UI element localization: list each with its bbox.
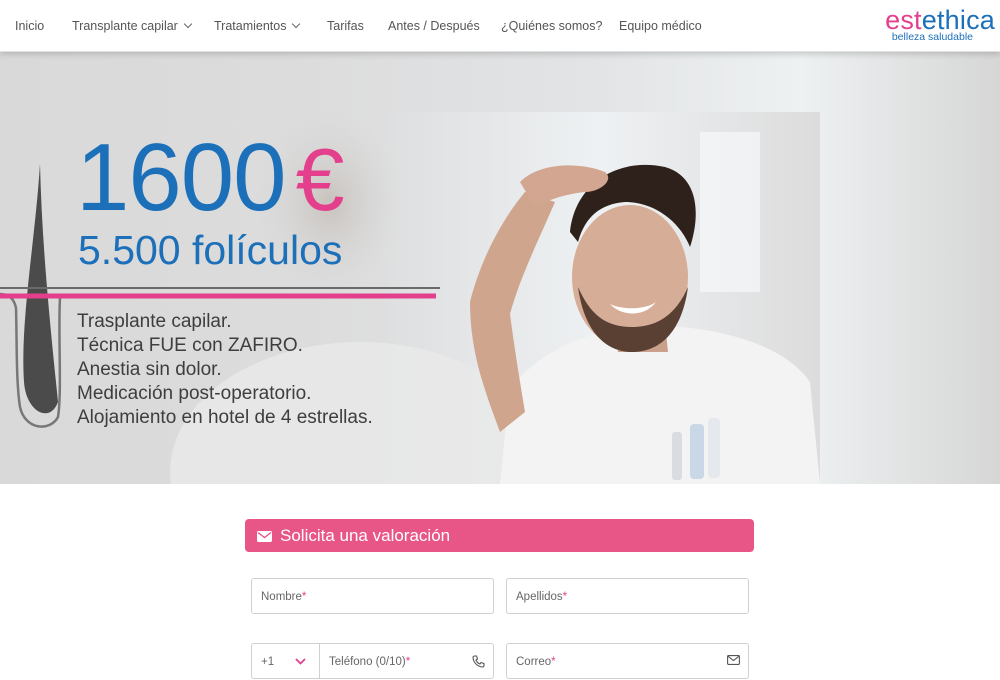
nav-item-label: Tratamientos	[214, 19, 287, 33]
envelope-icon	[257, 531, 272, 542]
last-name-placeholder: Apellidos	[516, 591, 563, 603]
logo-tagline: belleza saludable	[891, 31, 973, 43]
form-header: Solicita una valoración	[245, 519, 754, 552]
required-mark: *	[301, 591, 307, 603]
required-mark: *	[405, 656, 411, 668]
site-logo[interactable]: estethica belleza saludable	[885, 6, 995, 43]
hero-feature-item: Anestia sin dolor.	[77, 359, 222, 380]
email-placeholder: Correo	[516, 656, 552, 668]
phone-icon	[472, 655, 485, 668]
hero-feature-item: Medicación post-operatorio.	[77, 383, 312, 404]
chevron-down-icon	[183, 19, 193, 29]
country-code-select[interactable]: +1	[251, 643, 320, 679]
nav-item-equipo-medico[interactable]: Equipo médico	[619, 0, 702, 52]
nav-item-label: Antes / Después	[388, 19, 480, 33]
nav-item-tratamientos[interactable]: Tratamientos	[214, 0, 301, 52]
top-navbar: Inicio Transplante capilar Tratamientos …	[0, 0, 1000, 52]
hero-feature-item: Técnica FUE con ZAFIRO.	[77, 335, 303, 356]
email-field[interactable]: Correo*	[506, 643, 749, 679]
nav-item-label: Tarifas	[327, 19, 364, 33]
bathroom-bottle	[672, 432, 682, 480]
envelope-icon	[727, 655, 740, 665]
price-currency: €	[295, 130, 345, 229]
hero-follicles: 5.500 folículos	[78, 227, 343, 273]
hero-banner: 1600 € 5.500 folículos Trasplante capilar…	[0, 52, 1000, 484]
window-light	[700, 132, 760, 292]
hero-feature-item: Alojamiento en hotel de 4 estrellas.	[77, 407, 373, 428]
hero-feature-list: Trasplante capilar. Técnica FUE con ZAFI…	[77, 310, 373, 430]
required-mark: *	[551, 656, 556, 668]
nav-item-inicio[interactable]: Inicio	[15, 0, 44, 52]
required-mark: *	[562, 591, 568, 603]
chevron-down-icon	[295, 658, 306, 665]
nav-item-label: Transplante capilar	[72, 19, 178, 33]
nav-item-transplante-capilar[interactable]: Transplante capilar	[72, 0, 193, 52]
first-name-field[interactable]: Nombre*	[251, 578, 494, 614]
chevron-down-icon	[292, 19, 301, 29]
nav-item-antes-despues[interactable]: Antes / Después	[388, 0, 480, 52]
hero-feature-item: Trasplante capilar.	[77, 311, 232, 332]
country-code-value: +1	[261, 656, 275, 668]
nav-item-tarifas[interactable]: Tarifas	[327, 0, 364, 52]
price-amount: 1600	[76, 124, 287, 231]
bathroom-bottle	[690, 424, 704, 479]
nav-item-label: ¿Quiénes somos?	[501, 19, 603, 33]
form-title: Solicita una valoración	[280, 526, 451, 545]
nav-item-label: Equipo médico	[619, 19, 702, 33]
logo-wordmark: estethica	[885, 6, 995, 34]
phone-placeholder: Teléfono (0/10)	[329, 656, 406, 668]
bathroom-bottle	[708, 418, 720, 478]
first-name-placeholder: Nombre	[261, 591, 302, 603]
nav-item-label: Inicio	[15, 19, 45, 33]
phone-field[interactable]: Teléfono (0/10)*	[319, 643, 494, 679]
hero-price: 1600 €	[76, 130, 345, 229]
nav-item-quienes-somos[interactable]: ¿Quiénes somos?	[501, 0, 602, 52]
last-name-field[interactable]: Apellidos*	[506, 578, 749, 614]
